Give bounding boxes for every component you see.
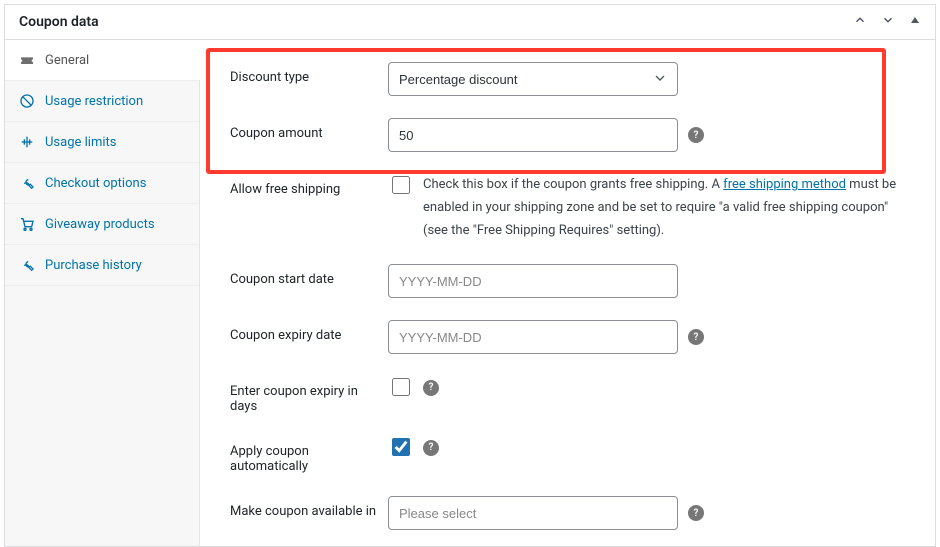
field-row-available-in: Make coupon available in ? [230,496,905,530]
field-row-apply-auto: Apply coupon automatically ? [230,436,905,474]
ban-icon [19,93,35,109]
field-label: Allow free shipping [230,174,388,197]
sidebar-item-label: Usage limits [45,135,185,150]
help-icon[interactable]: ? [688,329,704,345]
help-icon[interactable]: ? [688,127,704,143]
field-label: Enter coupon expiry in days [230,376,388,414]
allow-free-shipping-checkbox[interactable] [392,176,410,194]
field-row-allow-free-shipping: Allow free shipping Check this box if th… [230,174,905,242]
help-icon[interactable]: ? [688,505,704,521]
sidebar-item-usage-restriction[interactable]: Usage restriction [5,81,199,122]
field-row-expiry-date: Coupon expiry date ? [230,320,905,354]
panel-move-up-button[interactable] [853,13,867,31]
panel-title: Coupon data [19,14,99,30]
field-label: Coupon start date [230,264,388,287]
panel-move-down-button[interactable] [881,13,895,31]
expiry-in-days-checkbox[interactable] [392,378,410,396]
sidebar-item-purchase-history[interactable]: Purchase history [5,245,199,286]
sidebar-item-general[interactable]: General [5,40,199,81]
free-shipping-method-link[interactable]: free shipping method [723,177,846,192]
sidebar-item-label: Usage restriction [45,94,185,109]
field-row-expiry-in-days: Enter coupon expiry in days ? [230,376,905,414]
coupon-start-date-input[interactable] [388,264,678,298]
sidebar-item-usage-limits[interactable]: Usage limits [5,122,199,163]
sidebar-item-label: Purchase history [45,258,185,273]
coupon-expiry-date-input[interactable] [388,320,678,354]
field-label: Discount type [230,62,388,85]
field-label: Apply coupon automatically [230,436,388,474]
wrench-icon [19,257,35,273]
sliders-icon [19,134,35,150]
panel-header: Coupon data [5,5,935,40]
sidebar-item-label: General [45,53,185,68]
available-in-input[interactable] [388,496,678,530]
field-row-start-date: Coupon start date [230,264,905,298]
sidebar: General Usage restriction Usage limits C… [5,40,200,546]
help-icon[interactable]: ? [423,440,439,456]
field-label: Coupon amount [230,118,388,141]
sidebar-item-label: Giveaway products [45,217,185,232]
coupon-amount-input[interactable] [388,118,678,152]
help-icon[interactable]: ? [423,380,439,396]
ticket-icon [19,52,35,68]
panel-toggle-button[interactable] [909,14,921,30]
wrench-icon [19,175,35,191]
cart-icon [19,216,35,232]
allow-free-shipping-desc: Check this box if the coupon grants free… [423,174,905,242]
sidebar-item-giveaway-products[interactable]: Giveaway products [5,204,199,245]
content-area: Discount type Percentage discount Coupon… [200,40,935,546]
field-label: Coupon expiry date [230,320,388,343]
sidebar-item-label: Checkout options [45,176,185,191]
field-row-discount-type: Discount type Percentage discount [230,62,905,96]
field-row-coupon-amount: Coupon amount ? [230,118,905,152]
sidebar-item-checkout-options[interactable]: Checkout options [5,163,199,204]
apply-auto-checkbox[interactable] [392,438,410,456]
field-label: Make coupon available in [230,496,388,519]
discount-type-select[interactable]: Percentage discount [388,62,678,96]
